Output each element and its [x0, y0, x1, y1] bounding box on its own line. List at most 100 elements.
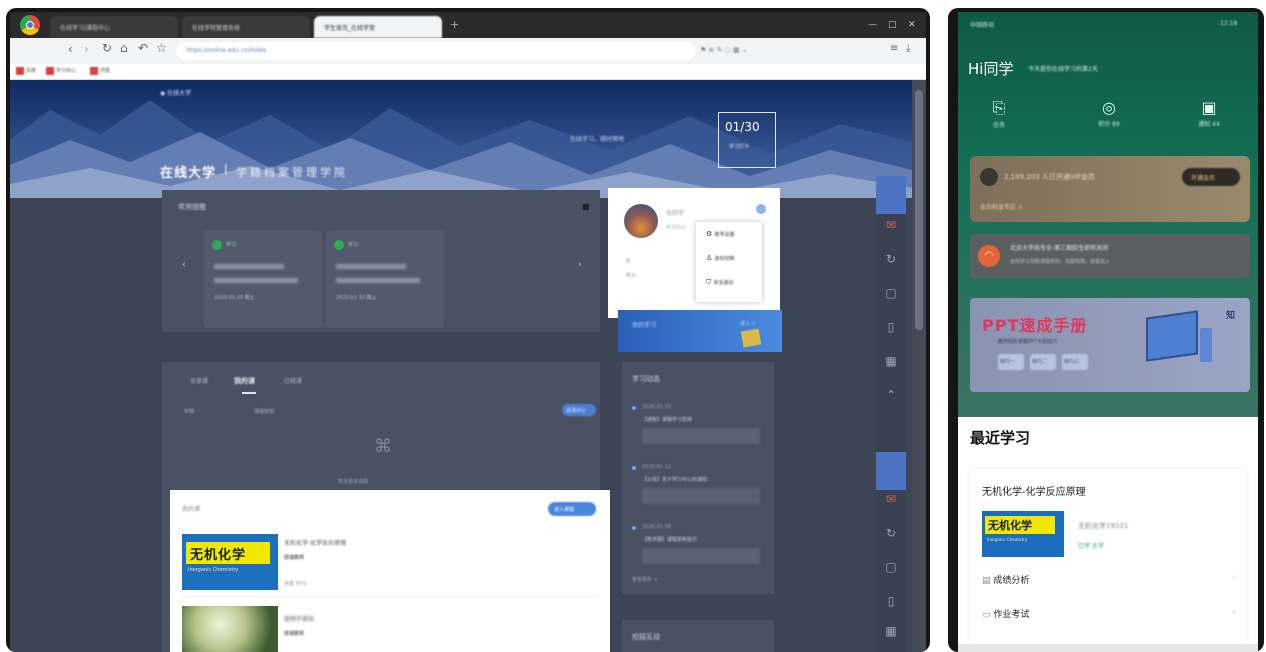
- star-icon[interactable]: ☆: [156, 41, 167, 55]
- menu-item-scores[interactable]: ▤ 成绩分析: [982, 573, 1029, 586]
- course-cover[interactable]: 无机化学 Inorganic Chemistry: [182, 534, 278, 590]
- banner-title: PPT速成手册: [982, 316, 1088, 335]
- scrollbar-thumb[interactable]: [915, 90, 923, 330]
- news-date: 2020-01-12: [642, 464, 672, 470]
- filter-term[interactable]: 学期: [184, 408, 194, 415]
- check-icon[interactable]: ▣ 通知 44: [1194, 98, 1224, 128]
- rail-calendar-icon[interactable]: ▢: [878, 286, 904, 316]
- desktop-screenshot: 在线学习|课程中心 在线学院管理系统 学生首页_在线学堂 + — □ ✕ ‹ ›…: [6, 8, 930, 652]
- rail-refresh-icon[interactable]: ↻: [878, 252, 904, 282]
- blue-promo-card[interactable]: 我的学习 进入 >: [618, 310, 782, 352]
- news-title[interactable]: 【新学期】课程更新提示: [642, 536, 697, 543]
- tab-ended[interactable]: 已结课: [284, 376, 302, 385]
- recent-course-card[interactable]: 无机化学-化学反应原理 无机化学 Inorganic Chemistry 无机化…: [970, 469, 1246, 652]
- study-news-title: 学习动态: [632, 375, 660, 383]
- forward-icon[interactable]: ›: [84, 42, 89, 56]
- avatar[interactable]: [624, 204, 658, 238]
- download-icon[interactable]: ⤓: [906, 43, 910, 54]
- course-name[interactable]: 植物学基础: [284, 614, 314, 623]
- close-window-button[interactable]: ✕: [908, 20, 916, 30]
- carousel-next-icon[interactable]: ›: [578, 260, 582, 270]
- bookmark-item[interactable]: 百度: [26, 67, 36, 74]
- news-banner[interactable]: ◠ 北京大学商专业-第三期招生即将关闭 在线学习领取课程资料，名额有限，抓紧加入: [970, 234, 1250, 278]
- new-tab-button[interactable]: +: [450, 18, 459, 31]
- mountain-illustration: [10, 100, 912, 198]
- tab-all[interactable]: 全部课: [190, 376, 208, 385]
- course-cover[interactable]: 无机化学 Inorganic Chemistry: [982, 511, 1064, 557]
- rail-qrcode-icon[interactable]: ▦: [878, 354, 904, 384]
- menu-item-logout[interactable]: ⛉ 安全退出: [706, 278, 734, 287]
- book-icon: [740, 328, 762, 348]
- notice-close-icon[interactable]: ■: [582, 202, 590, 211]
- bookmark-item[interactable]: 书签: [100, 67, 110, 74]
- menu-item-settings[interactable]: ⚙ 账号设置: [706, 230, 735, 238]
- banner-subtitle: 教你轻松掌握PPT大师技巧: [998, 339, 1058, 345]
- notice-item[interactable]: 学习 2020-01-20 截止: [204, 230, 322, 328]
- banner-chip: 技巧一: [998, 354, 1024, 370]
- rail-calendar-icon[interactable]: ▢: [878, 560, 904, 590]
- menu-item-switch[interactable]: ♙ 身份切换: [706, 254, 735, 262]
- vip-card[interactable]: 2,109,203 人已开通VIP会员 开通会员 会员权益专区 >: [970, 156, 1250, 222]
- browser-toolbar: ‹ › ↻ ⌂ ↶ ☆ https://online.edu.cn/index …: [10, 38, 926, 64]
- page-scrollbar[interactable]: [912, 80, 926, 652]
- cover-subtitle: Inorganic Chemistry: [188, 567, 239, 573]
- filter-type[interactable]: 课程类型: [254, 408, 274, 415]
- bookmark-item[interactable]: 学习中心: [56, 67, 76, 74]
- course-cover[interactable]: [182, 606, 278, 652]
- chevron-right-icon: ›: [1232, 607, 1236, 617]
- rail-phone-icon[interactable]: ▯: [878, 320, 904, 350]
- notice-item[interactable]: 学习 2020-01-30 截止: [326, 230, 444, 328]
- vip-count: 2,109,203 人已开通VIP会员: [1004, 173, 1095, 181]
- rail-top-icon[interactable]: ⌃: [878, 388, 904, 418]
- rail-message-icon[interactable]: ✉: [878, 492, 904, 522]
- profile-popup: 张同学 学习中心 0 积分 ⚙ 账号设置 ♙ 身份切换 ⛉ 安全退出: [608, 188, 780, 318]
- back-icon[interactable]: ‹: [68, 42, 73, 56]
- cover-subtitle: Inorganic Chemistry: [987, 537, 1028, 542]
- gear-icon: ⚙: [706, 230, 713, 238]
- extension-icons[interactable]: ⚑ ≡ ✎ ◌ ▦ ⌄: [700, 46, 748, 54]
- home-icon[interactable]: ⌂: [120, 41, 128, 55]
- avatar: [980, 168, 998, 186]
- school-name: 学籍档案管理学院: [236, 166, 348, 179]
- rail-active-button[interactable]: [876, 176, 906, 214]
- profile-menu: ⚙ 账号设置 ♙ 身份切换 ⛉ 安全退出: [696, 222, 762, 302]
- minimize-button[interactable]: —: [868, 20, 877, 30]
- target-icon[interactable]: ◎ 积分 89: [1094, 98, 1124, 128]
- site-logo[interactable]: ◉ 在线大学: [160, 88, 191, 97]
- vip-open-button[interactable]: 开通会员: [1182, 168, 1240, 186]
- course-name[interactable]: 无机化学-化学反应原理: [284, 538, 346, 547]
- view-more-link[interactable]: 查看更多 >: [632, 576, 658, 583]
- browser-tab-active[interactable]: 学生首页_在线学堂: [314, 16, 442, 38]
- tab-mine[interactable]: 我的课: [234, 376, 255, 386]
- greeting-sub[interactable]: 今天是你在线学习的第2天: [1028, 64, 1098, 73]
- ppt-banner[interactable]: PPT速成手册 教你轻松掌握PPT大师技巧 技巧一 技巧二 技巧三 知: [970, 298, 1250, 392]
- vip-link[interactable]: 会员权益专区 >: [980, 202, 1023, 211]
- doc-icon: ▭: [982, 610, 991, 620]
- course-center-button[interactable]: 选课中心: [562, 404, 596, 416]
- title-divider: |: [224, 162, 228, 175]
- menu-item-homework[interactable]: ▭ 作业考试: [982, 607, 1029, 620]
- browser-tab[interactable]: 在线学院管理系统: [182, 16, 310, 38]
- carousel-prev-icon[interactable]: ‹: [182, 260, 186, 270]
- course-progress: 进度 60%: [284, 581, 307, 587]
- maximize-button[interactable]: □: [888, 20, 897, 30]
- panel-title: 我的课: [182, 506, 201, 513]
- browser-tab[interactable]: 在线学习|课程中心: [50, 16, 178, 38]
- news-title[interactable]: 【通知】课程学习安排: [642, 416, 692, 423]
- menu-icon[interactable]: ≡: [890, 43, 898, 54]
- web-page: ◉ 在线大学 在线大学 | 学籍档案管理学院 在线学习，随时随地 01/30 学…: [10, 80, 912, 652]
- address-bar[interactable]: https://online.edu.cn/index: [176, 42, 696, 60]
- undo-icon[interactable]: ↶: [138, 41, 148, 55]
- rail-phone-icon[interactable]: ▯: [878, 594, 904, 624]
- enter-course-button[interactable]: 进入课程: [548, 502, 596, 516]
- rail-active-button[interactable]: [876, 452, 906, 490]
- settings-dot-icon[interactable]: [756, 204, 766, 214]
- rail-refresh-icon[interactable]: ↻: [878, 526, 904, 556]
- rail-message-icon[interactable]: ✉: [878, 218, 904, 248]
- study-news-card: 学习动态 2020-01-15 【通知】课程学习安排 2020-01-12 【公…: [622, 362, 774, 594]
- task-icon[interactable]: ⎘ 任务: [984, 98, 1014, 129]
- chevron-right-icon: ›: [1232, 573, 1236, 583]
- news-title[interactable]: 【公告】关于学习中心的通知: [642, 476, 707, 483]
- refresh-icon[interactable]: ↻: [102, 41, 112, 55]
- rail-qrcode-icon[interactable]: ▦: [878, 624, 904, 652]
